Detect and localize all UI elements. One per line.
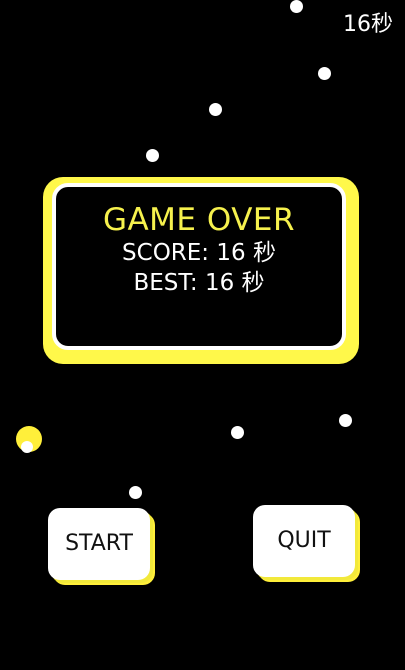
quit-button[interactable]: QUIT xyxy=(253,505,355,577)
game-over-title: GAME OVER xyxy=(102,202,296,238)
game-over-panel: GAME OVER SCORE: 16 秒 BEST: 16 秒 xyxy=(52,183,346,350)
game-screen: 16秒 GAME OVER SCORE: 16 秒 BEST: 16 秒 STA… xyxy=(0,0,405,670)
obstacle-dot xyxy=(231,426,244,439)
obstacle-dot xyxy=(129,486,142,499)
obstacle-dot xyxy=(209,103,222,116)
obstacle-dot xyxy=(318,67,331,80)
score-text: SCORE: 16 秒 xyxy=(122,240,276,266)
timer-text: 16秒 xyxy=(343,12,393,37)
obstacle-dot xyxy=(290,0,303,13)
player-ball-core xyxy=(21,441,33,453)
best-score-text: BEST: 16 秒 xyxy=(133,270,265,296)
start-button[interactable]: START xyxy=(48,508,150,580)
obstacle-dot xyxy=(339,414,352,427)
obstacle-dot xyxy=(146,149,159,162)
